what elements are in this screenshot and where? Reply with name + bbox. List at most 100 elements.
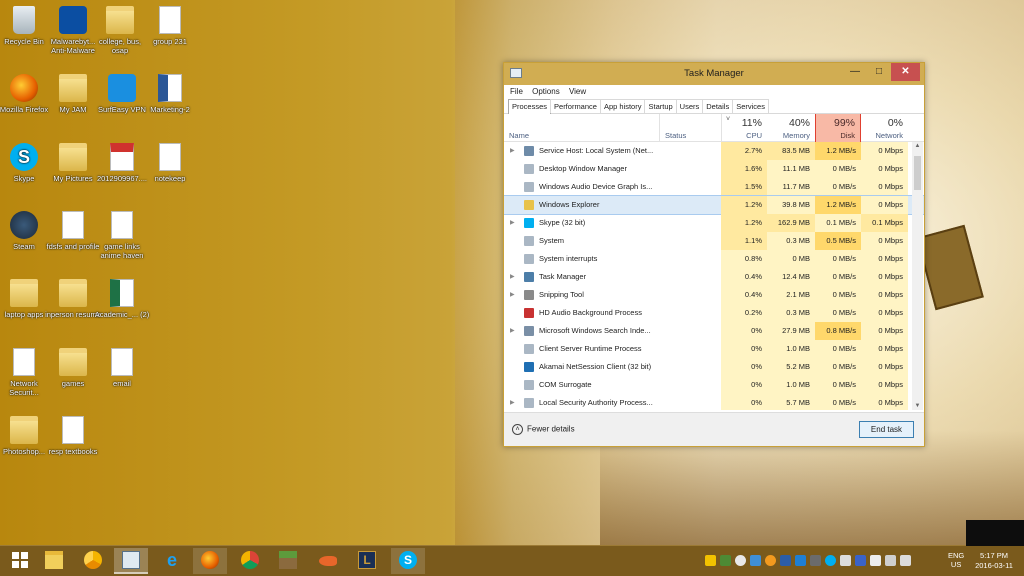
process-row[interactable]: Akamai NetSession Client (32 bit) 0% 5.2 M… <box>504 358 924 376</box>
process-name: Microsoft Windows Search Inde... <box>539 326 651 335</box>
process-name: Akamai NetSession Client (32 bit) <box>539 362 652 371</box>
process-memory: 11.1 MB <box>767 160 815 178</box>
taskbar-chrome[interactable] <box>233 548 267 574</box>
menu-view[interactable]: View <box>569 85 586 99</box>
process-network: 0 Mbps <box>861 268 908 286</box>
process-row[interactable]: Windows Explorer 1.2% 39.8 MB 1.2 MB/s 0 Mbp… <box>504 195 924 215</box>
process-row[interactable]: Client Server Runtime Process 0% 1.0 MB 0 M… <box>504 340 924 358</box>
process-row[interactable]: ▶ Service Host: Local System (Net... 2.7% 8… <box>504 142 924 160</box>
tray-speaker-icon[interactable] <box>840 555 851 566</box>
tray-settings-icon[interactable] <box>810 555 821 566</box>
process-row[interactable]: HD Audio Background Process 0.2% 0.3 MB 0 M… <box>504 304 924 322</box>
scroll-thumb[interactable] <box>914 156 921 190</box>
process-row[interactable]: ▶ Local Security Authority Process... 0% 5.… <box>504 394 924 410</box>
taskbar-chrome-canary[interactable] <box>76 548 110 574</box>
minimize-button[interactable]: — <box>843 63 867 81</box>
taskbar-file-explorer[interactable] <box>37 548 71 574</box>
desktop-icon-college[interactable]: college, bus, osap <box>92 6 148 55</box>
desktop-icon-my-jam[interactable]: My JAM <box>45 74 101 114</box>
process-row[interactable]: COM Surrogate 0% 1.0 MB 0 MB/s 0 Mbps <box>504 376 924 394</box>
desktop-icon-my-pictures[interactable]: My Pictures <box>45 143 101 183</box>
taskbar-firefox[interactable] <box>193 548 227 574</box>
tray-disc-icon[interactable] <box>735 555 746 566</box>
desktop-icon-resp-textbooks[interactable]: resp textbooks <box>45 416 101 456</box>
expand-chevron-icon[interactable]: ▶ <box>510 142 518 160</box>
tray-network-app-icon[interactable] <box>750 555 761 566</box>
tray-surfeasy-icon[interactable] <box>795 555 806 566</box>
tab-services[interactable]: Services <box>732 99 769 113</box>
desktop-icon-games[interactable]: games <box>45 348 101 388</box>
tray-chrome-canary-icon[interactable] <box>765 555 776 566</box>
start-button[interactable] <box>3 548 37 574</box>
tray-wifi-icon[interactable] <box>870 555 881 566</box>
fewer-details-button[interactable]: ˄ Fewer details <box>512 424 575 435</box>
expand-chevron-icon[interactable]: ▶ <box>510 268 518 286</box>
process-row[interactable]: Desktop Window Manager 1.6% 11.1 MB 0 MB/s 0… <box>504 160 924 178</box>
taskbar-internet-explorer[interactable]: e <box>155 548 189 574</box>
firefox-icon <box>10 74 38 102</box>
desktop-icon-academic[interactable]: Academic_... (2) <box>94 279 150 319</box>
row-spacer <box>510 232 518 250</box>
vertical-scrollbar[interactable]: ▲ ▼ <box>912 142 923 410</box>
language-indicator[interactable]: ENG US <box>948 551 964 569</box>
title-bar[interactable]: Task Manager — □ ✕ <box>504 63 924 85</box>
process-row[interactable]: ▶ Task Manager 0.4% 12.4 MB 0 MB/s 0 Mbps <box>504 268 924 286</box>
tray-bluetooth-icon[interactable] <box>855 555 866 566</box>
process-row[interactable]: ▶ Snipping Tool 0.4% 2.1 MB 0 MB/s 0 Mbps <box>504 286 924 304</box>
expand-chevron-icon[interactable]: ▶ <box>510 286 518 304</box>
tray-battery-icon[interactable] <box>885 555 896 566</box>
chrome-canary-icon <box>84 551 102 569</box>
maximize-button[interactable]: □ <box>867 63 891 81</box>
expand-chevron-icon[interactable]: ▶ <box>510 214 518 232</box>
column-name[interactable]: Name <box>504 114 659 142</box>
tray-skype-icon[interactable] <box>825 555 836 566</box>
taskbar-minecraft[interactable] <box>271 548 305 574</box>
expand-chevron-icon[interactable]: ▶ <box>510 394 518 410</box>
desktop-icon-fdsfs[interactable]: fdsfs and profile <box>45 211 101 251</box>
desktop-icon-inperson-resume[interactable]: inperson resume <box>45 279 101 319</box>
tray-malwarebytes-icon[interactable] <box>780 555 791 566</box>
tray-folder-icon[interactable] <box>705 555 716 566</box>
process-cpu: 1.6% <box>721 160 767 178</box>
tray-app-icon[interactable] <box>720 555 731 566</box>
process-row[interactable]: ▶ Microsoft Windows Search Inde... 0% 27.9 … <box>504 322 924 340</box>
process-row[interactable]: System interrupts 0.8% 0 MB 0 MB/s 0 Mbps <box>504 250 924 268</box>
column-network[interactable]: 0% Network <box>861 114 908 142</box>
column-memory[interactable]: 40% Memory <box>767 114 815 142</box>
close-button[interactable]: ✕ <box>891 63 920 81</box>
taskbar-fish-app[interactable] <box>311 548 345 574</box>
menu-options[interactable]: Options <box>532 85 560 99</box>
desktop-icon-email[interactable]: email <box>94 348 150 388</box>
tab-app-history[interactable]: App history <box>599 99 646 113</box>
column-disk[interactable]: 99% Disk <box>815 114 861 142</box>
taskbar-league[interactable]: L <box>350 548 384 574</box>
column-cpu[interactable]: 11% CPU <box>721 114 767 142</box>
process-disk: 0 MB/s <box>815 340 861 358</box>
scroll-down-icon[interactable]: ▼ <box>912 403 923 409</box>
clock[interactable]: 5:17 PM 2016-03-11 <box>972 551 1016 571</box>
tab-details[interactable]: Details <box>702 99 734 113</box>
scroll-up-icon[interactable]: ▲ <box>912 143 923 149</box>
expand-chevron-icon[interactable]: ▶ <box>510 322 518 340</box>
desktop-icon-notekeep[interactable]: notekeep <box>142 143 198 183</box>
column-status[interactable]: Status <box>659 114 721 142</box>
desktop-icon-marketing[interactable]: Marketing-2 <box>142 74 198 114</box>
process-row[interactable]: Windows Audio Device Graph Is... 1.5% 11.7… <box>504 178 924 196</box>
taskbar-task-manager[interactable] <box>114 548 148 574</box>
document-icon <box>13 348 35 376</box>
folder-icon <box>59 279 87 307</box>
taskbar-skype[interactable]: S <box>391 548 425 574</box>
tab-startup[interactable]: Startup <box>644 99 677 113</box>
tab-performance[interactable]: Performance <box>550 99 601 113</box>
process-row[interactable]: System 1.1% 0.3 MB 0.5 MB/s 0 Mbps <box>504 232 924 250</box>
menu-file[interactable]: File <box>510 85 523 99</box>
end-task-button[interactable]: End task <box>859 421 914 438</box>
process-network: 0 Mbps <box>861 322 908 340</box>
process-row[interactable]: ▶ Skype (32 bit) 1.2% 162.9 MB 0.1 MB/s 0.1 M… <box>504 214 924 232</box>
desktop-icon-game-links[interactable]: game links anime haven <box>94 211 150 260</box>
tray-volume-icon[interactable] <box>900 555 911 566</box>
tab-processes[interactable]: Processes <box>508 99 552 114</box>
process-disk: 0 MB/s <box>815 358 861 376</box>
tab-users[interactable]: Users <box>675 99 704 113</box>
desktop-icon-group-231[interactable]: group 231 <box>142 6 198 46</box>
